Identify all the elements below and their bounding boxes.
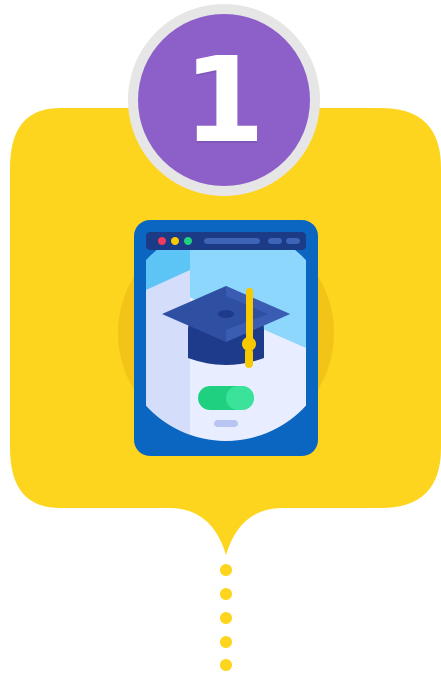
dotted-connector-icon: [220, 564, 232, 671]
step-card-svg: [10, 4, 441, 671]
step-card-graphic: 1: [0, 0, 441, 673]
number-badge-icon: [128, 4, 320, 196]
online-education-tablet-graduation-cap-icon: [118, 220, 334, 456]
